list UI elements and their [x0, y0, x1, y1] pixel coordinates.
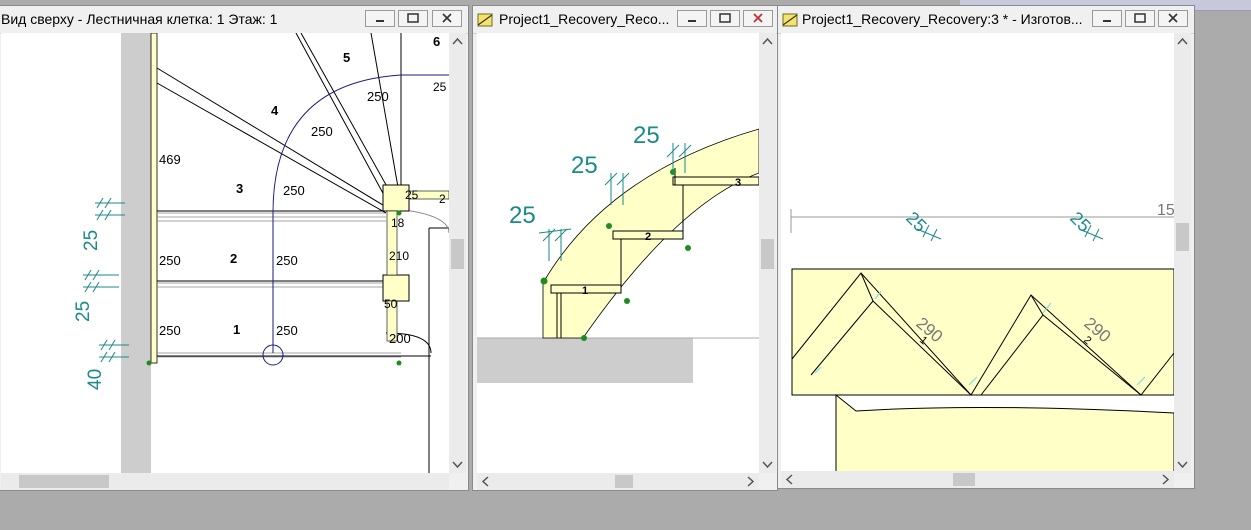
scroll-right-arrow-icon[interactable]: [742, 473, 759, 490]
scroll-up-arrow-icon[interactable]: [449, 33, 466, 50]
plan-view-window[interactable]: Вид сверху - Лестничная клетка: 1 Этаж: …: [0, 5, 469, 491]
minimize-button[interactable]: [365, 10, 395, 27]
step-4-label: 4: [271, 103, 279, 118]
scroll-down-arrow-icon[interactable]: [759, 456, 776, 473]
dim-18: 18: [391, 216, 405, 230]
close-icon: [1168, 13, 1178, 23]
dim-25-teal: 25: [633, 122, 660, 149]
dim-25-teal: 25: [509, 202, 536, 229]
step-1-label: 1: [582, 285, 588, 297]
maximize-button[interactable]: [1125, 10, 1155, 27]
scroll-up-arrow-icon[interactable]: [1174, 33, 1191, 50]
section-view-titlebar[interactable]: Project1_Recovery_Reco...: [473, 6, 777, 34]
dim-15: 15: [1157, 202, 1174, 219]
scroll-down-arrow-icon[interactable]: [1174, 456, 1191, 473]
step-1-label: 1: [233, 322, 240, 337]
vertical-scrollbar[interactable]: [759, 33, 776, 473]
close-button[interactable]: [1158, 10, 1188, 27]
step-3-label: 3: [236, 181, 243, 196]
dim-469: 469: [159, 152, 181, 167]
vertical-scroll-thumb[interactable]: [761, 239, 774, 269]
scroll-left-arrow-icon[interactable]: [477, 473, 494, 490]
close-icon: [753, 13, 763, 23]
dim-250: 250: [276, 323, 298, 338]
vertical-scrollbar[interactable]: [1174, 33, 1191, 473]
maximize-icon: [407, 13, 419, 23]
scroll-right-arrow-icon[interactable]: [1157, 471, 1174, 488]
minimize-icon: [688, 20, 696, 22]
horizontal-scroll-thumb[interactable]: [953, 473, 975, 486]
horizontal-scroll-thumb[interactable]: [19, 475, 109, 488]
dim-50: 50: [384, 297, 398, 311]
stair-view-icon: [782, 13, 798, 27]
stringer-lower: [835, 393, 1174, 473]
maximize-button[interactable]: [398, 10, 428, 27]
dim-210: 210: [389, 249, 409, 263]
vertical-scrollbar[interactable]: [449, 33, 466, 473]
vertical-scroll-thumb[interactable]: [451, 239, 464, 269]
step-2-label: 2: [645, 231, 651, 243]
dim-25-teal: 25: [571, 152, 598, 179]
dim-25-small: 25: [405, 188, 419, 202]
dim-250: 250: [159, 253, 181, 268]
minimize-button[interactable]: [1092, 10, 1122, 27]
maximize-icon: [719, 13, 731, 23]
dim-250: 250: [367, 89, 389, 104]
dim-25-small-top: 25: [433, 80, 447, 94]
fabrication-drawing: 25 25 15 290 290 1 2: [790, 202, 1174, 473]
dim-250: 250: [283, 183, 305, 198]
scroll-down-arrow-icon[interactable]: [449, 456, 466, 473]
step-3-label: 3: [735, 177, 741, 189]
stair-view-icon: [477, 13, 493, 27]
floor-slab: [477, 338, 693, 383]
fabrication-drawing-canvas[interactable]: 25 25 15 290 290 1 2: [781, 33, 1174, 473]
maximize-button[interactable]: [710, 10, 740, 27]
close-button[interactable]: [432, 10, 462, 27]
close-icon: [442, 13, 452, 23]
section-view-window[interactable]: Project1_Recovery_Reco... 1 2 3 25 25 25: [472, 5, 778, 491]
scroll-left-arrow-icon[interactable]: [781, 471, 798, 488]
dim-25-teal: 25: [81, 230, 102, 251]
dim-200: 200: [389, 331, 411, 346]
horizontal-scrollbar[interactable]: [1, 473, 449, 490]
dim-250: 250: [159, 323, 181, 338]
vertical-scroll-thumb[interactable]: [1176, 223, 1189, 251]
step-6-label: 6: [433, 34, 440, 49]
window-title: Project1_Recovery_Recovery:3 * - Изготов…: [802, 11, 1083, 27]
dim-250: 250: [276, 253, 298, 268]
minimize-button[interactable]: [677, 10, 707, 27]
section-drawing: 1 2 3 25 25 25: [477, 122, 759, 383]
section-drawing-canvas[interactable]: 1 2 3 25 25 25: [477, 33, 759, 473]
horizontal-scrollbar[interactable]: [781, 471, 1174, 488]
wall-column: [121, 33, 151, 473]
fabrication-view-window[interactable]: Project1_Recovery_Recovery:3 * - Изготов…: [777, 5, 1195, 489]
dim-250: 250: [311, 124, 333, 139]
dim-25-teal: 25: [1066, 208, 1094, 236]
plan-drawing: 1 2 3 4 5 6 250 250 250 250 250 250 250 …: [73, 33, 449, 473]
window-title: Project1_Recovery_Reco...: [499, 11, 670, 27]
maximize-icon: [1134, 13, 1146, 23]
minimize-icon: [376, 20, 384, 22]
horizontal-scrollbar[interactable]: [477, 473, 759, 490]
dim-25-teal: 25: [73, 301, 94, 322]
dim-2: 2: [439, 192, 446, 206]
plan-view-titlebar[interactable]: Вид сверху - Лестничная клетка: 1 Этаж: …: [0, 6, 468, 34]
step-5-label: 5: [343, 50, 350, 65]
step-2-label: 2: [230, 251, 237, 266]
close-button[interactable]: [743, 10, 773, 27]
horizontal-scroll-thumb[interactable]: [615, 475, 633, 488]
plan-drawing-canvas[interactable]: 1 2 3 4 5 6 250 250 250 250 250 250 250 …: [1, 33, 449, 473]
dim-25-teal: 25: [902, 208, 930, 236]
minimize-icon: [1103, 20, 1111, 22]
stringer-strip: [150, 33, 158, 364]
scroll-up-arrow-icon[interactable]: [759, 33, 776, 50]
dim-40-teal: 40: [85, 369, 106, 390]
window-title: Вид сверху - Лестничная клетка: 1 Этаж: …: [1, 11, 278, 27]
fabrication-view-titlebar[interactable]: Project1_Recovery_Recovery:3 * - Изготов…: [778, 6, 1194, 34]
